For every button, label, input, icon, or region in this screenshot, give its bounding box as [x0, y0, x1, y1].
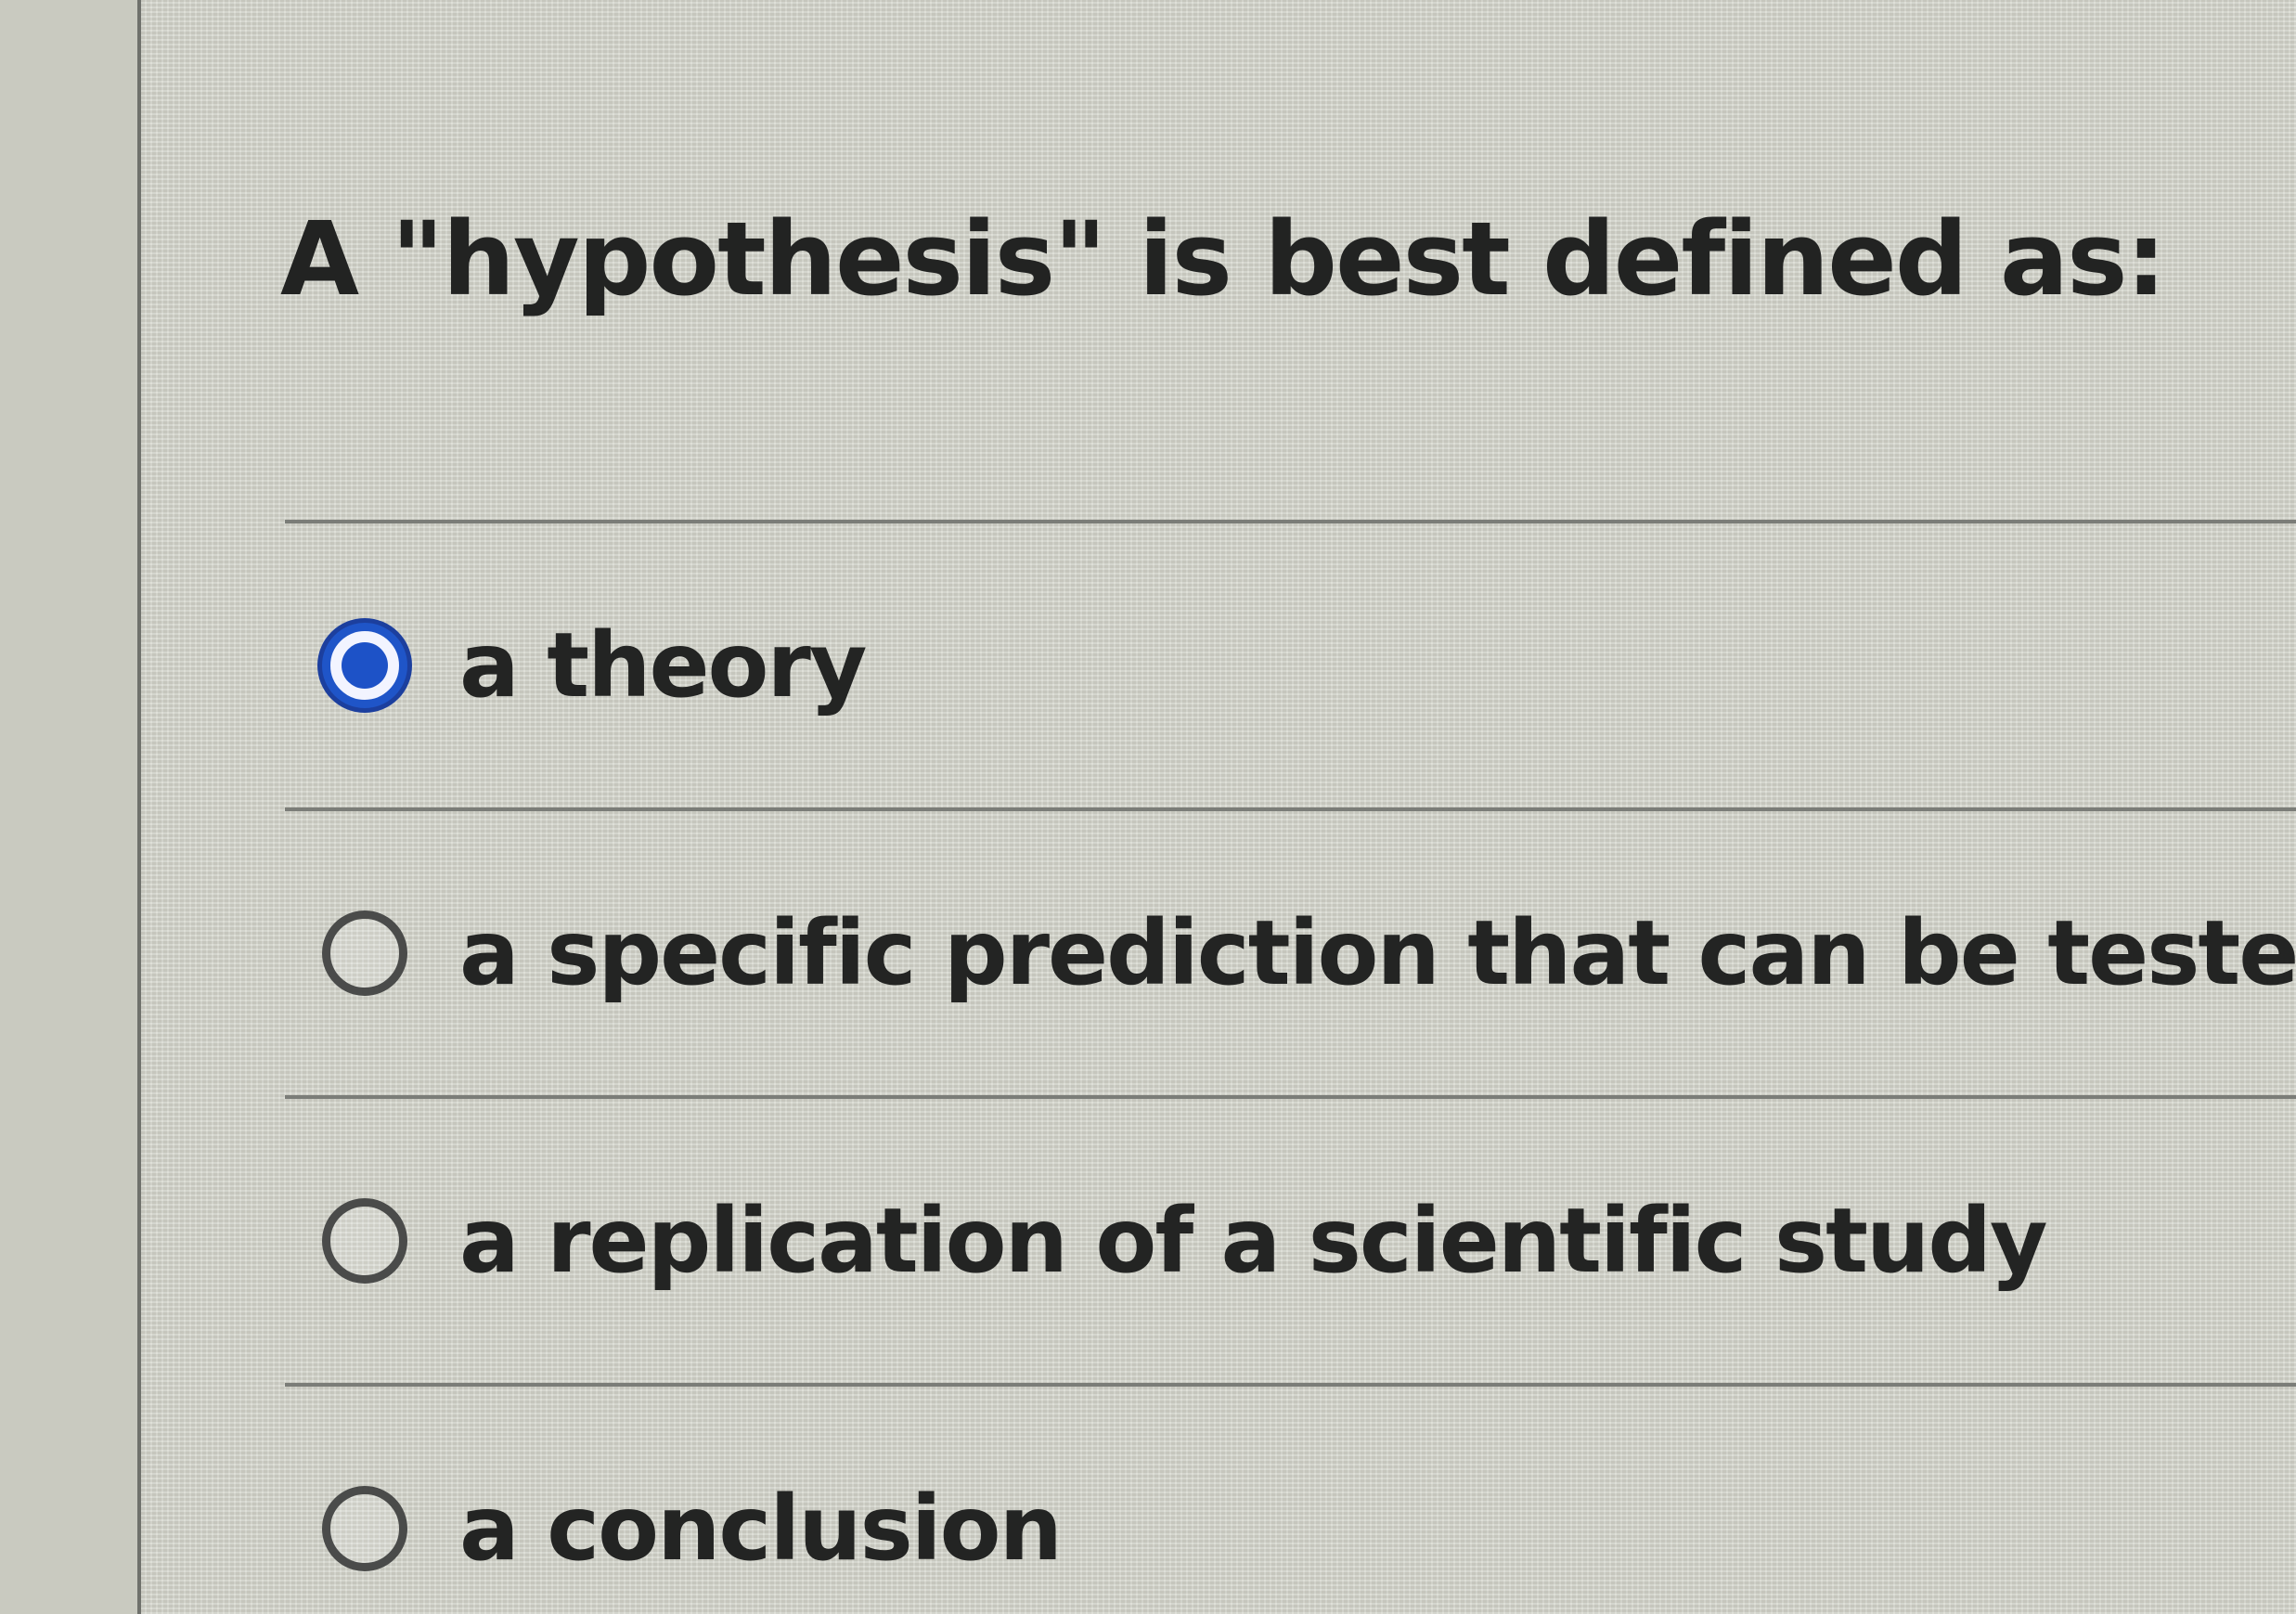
quiz-page: A "hypothesis" is best defined as: a the…: [0, 0, 2296, 1614]
radio-button[interactable]: [322, 1486, 407, 1571]
choice-conclusion[interactable]: a conclusion: [285, 1387, 2296, 1614]
choice-list: a theory a specific prediction that can …: [285, 520, 2296, 1614]
choice-specific-prediction[interactable]: a specific prediction that can be tested: [285, 811, 2296, 1095]
radio-button[interactable]: [322, 1198, 407, 1284]
choice-label[interactable]: a theory: [459, 613, 867, 717]
choice-label[interactable]: a conclusion: [459, 1477, 1063, 1581]
choice-label[interactable]: a replication of a scientific study: [459, 1189, 2048, 1293]
question-text: A "hypothesis" is best defined as:: [280, 200, 2167, 318]
choice-a-theory[interactable]: a theory: [285, 523, 2296, 807]
radio-button-selected[interactable]: [322, 623, 407, 708]
left-gutter: [0, 0, 137, 1614]
radio-button[interactable]: [322, 910, 407, 996]
choice-replication[interactable]: a replication of a scientific study: [285, 1099, 2296, 1383]
question-card: A "hypothesis" is best defined as: a the…: [141, 0, 2296, 1614]
choice-label[interactable]: a specific prediction that can be tested: [459, 901, 2296, 1005]
